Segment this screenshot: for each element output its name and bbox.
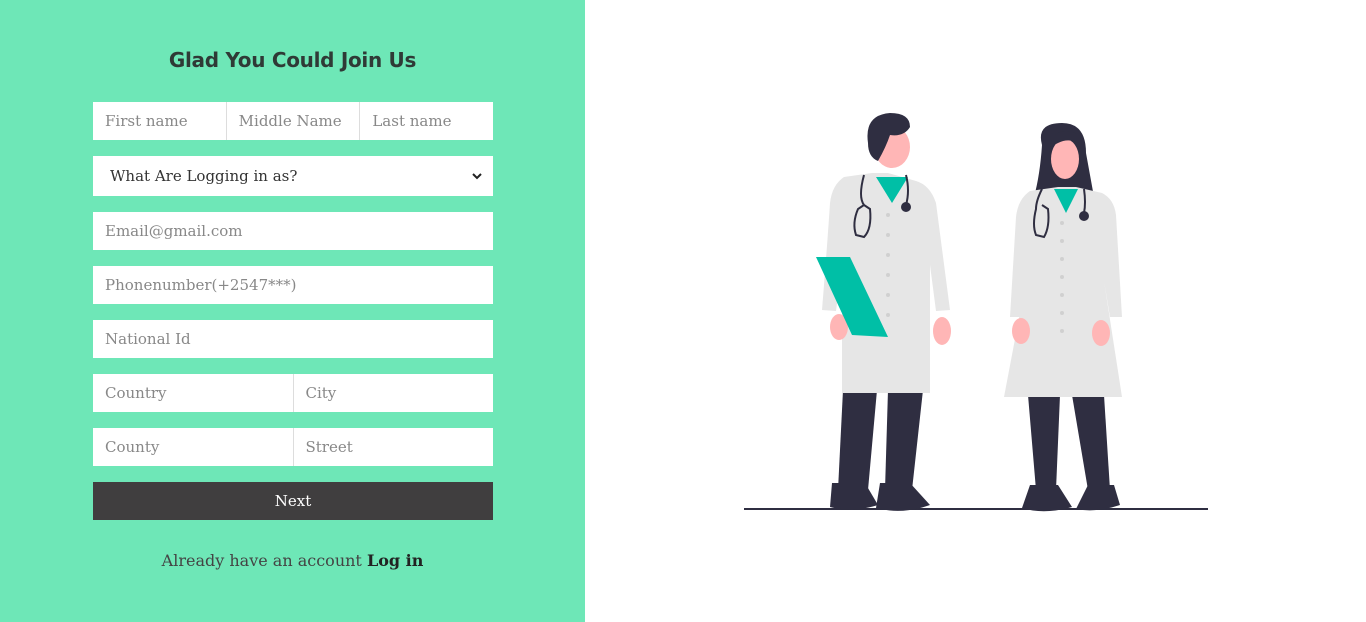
signup-panel: Glad You Could Join Us What Are Logging …	[0, 0, 585, 622]
county-input[interactable]	[93, 428, 293, 466]
chevron-down-icon	[471, 170, 483, 182]
login-link[interactable]: Log in	[367, 551, 423, 570]
phone-row	[93, 266, 493, 304]
login-prompt-line: Already have an account Log in	[0, 551, 585, 570]
role-select-value: What Are Logging in as?	[110, 167, 298, 185]
national-id-row	[93, 320, 493, 358]
last-name-input[interactable]	[359, 102, 494, 140]
female-doctor-figure	[1004, 123, 1122, 512]
name-row	[93, 102, 494, 140]
location-row	[93, 374, 493, 412]
email-row	[93, 212, 493, 250]
middle-name-input[interactable]	[225, 102, 360, 140]
first-name-input[interactable]	[93, 102, 226, 140]
address-row	[93, 428, 493, 466]
two-doctors-illustration	[740, 105, 1210, 521]
country-input[interactable]	[93, 374, 293, 412]
login-prompt-text: Already have an account	[161, 551, 362, 570]
street-input[interactable]	[292, 428, 493, 466]
next-button[interactable]: Next	[93, 482, 493, 520]
city-input[interactable]	[292, 374, 493, 412]
male-doctor-figure	[816, 113, 951, 511]
phone-input[interactable]	[93, 266, 493, 304]
role-select[interactable]: What Are Logging in as?	[93, 156, 493, 196]
national-id-input[interactable]	[93, 320, 493, 358]
email-input[interactable]	[93, 212, 493, 250]
form-title: Glad You Could Join Us	[168, 48, 417, 72]
